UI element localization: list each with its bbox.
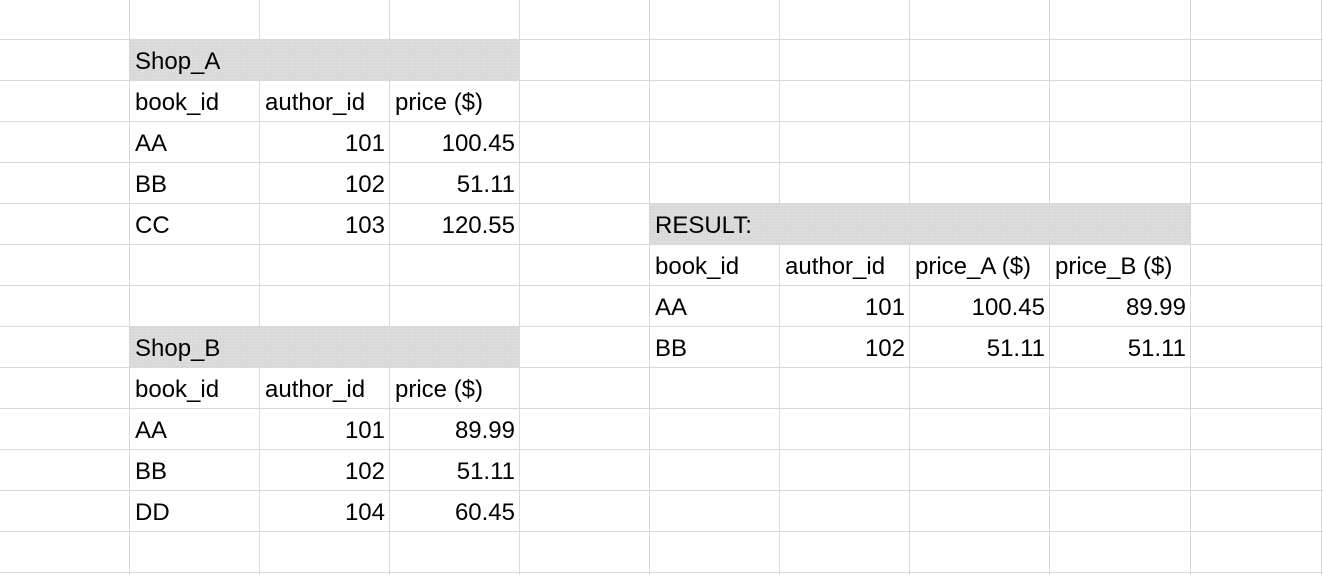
shop-a-header-author-id[interactable]: author_id [260, 81, 389, 121]
shop-a-header-price[interactable]: price ($) [390, 81, 519, 121]
result-header-book-id[interactable]: book_id [650, 245, 779, 285]
result-cell-book-id[interactable]: AA [650, 286, 779, 326]
shop-a-cell-author-id[interactable]: 102 [260, 163, 389, 203]
shop-a-cell-author-id[interactable]: 103 [260, 204, 389, 244]
column-gridline [1190, 0, 1191, 575]
shop-b-cell-price[interactable]: 89.99 [390, 409, 519, 449]
result-cell-book-id[interactable]: BB [650, 327, 779, 367]
result-cell-author-id[interactable]: 101 [780, 286, 909, 326]
shop-b-header-price[interactable]: price ($) [390, 368, 519, 408]
shop-b-cell-book-id[interactable]: DD [130, 491, 259, 531]
result-header-price-a[interactable]: price_A ($) [910, 245, 1049, 285]
result-cell-author-id[interactable]: 102 [780, 327, 909, 367]
result-title[interactable]: RESULT: [650, 204, 779, 244]
row-gridline [0, 531, 1323, 532]
column-gridline [519, 0, 520, 575]
shop-b-title[interactable]: Shop_B [130, 327, 259, 367]
shop-b-cell-book-id[interactable]: AA [130, 409, 259, 449]
column-gridline [1321, 0, 1322, 575]
shop-b-header-author-id[interactable]: author_id [260, 368, 389, 408]
shop-b-cell-author-id[interactable]: 102 [260, 450, 389, 490]
result-cell-price-a[interactable]: 100.45 [910, 286, 1049, 326]
result-cell-price-a[interactable]: 51.11 [910, 327, 1049, 367]
shop-a-cell-author-id[interactable]: 101 [260, 122, 389, 162]
shop-a-title[interactable]: Shop_A [130, 40, 259, 80]
row-gridline [0, 572, 1323, 573]
shop-a-cell-price[interactable]: 100.45 [390, 122, 519, 162]
shop-a-cell-price[interactable]: 51.11 [390, 163, 519, 203]
result-cell-price-b[interactable]: 51.11 [1050, 327, 1190, 367]
shop-a-cell-book-id[interactable]: AA [130, 122, 259, 162]
shop-a-cell-book-id[interactable]: CC [130, 204, 259, 244]
shop-a-cell-price[interactable]: 120.55 [390, 204, 519, 244]
shop-b-cell-author-id[interactable]: 101 [260, 409, 389, 449]
shop-a-cell-book-id[interactable]: BB [130, 163, 259, 203]
result-header-author-id[interactable]: author_id [780, 245, 909, 285]
shop-b-cell-book-id[interactable]: BB [130, 450, 259, 490]
shop-b-header-book-id[interactable]: book_id [130, 368, 259, 408]
spreadsheet-grid[interactable]: Shop_A book_id author_id price ($) AA 10… [0, 0, 1323, 575]
shop-b-cell-price[interactable]: 51.11 [390, 450, 519, 490]
shop-a-header-book-id[interactable]: book_id [130, 81, 259, 121]
result-cell-price-b[interactable]: 89.99 [1050, 286, 1190, 326]
shop-b-cell-author-id[interactable]: 104 [260, 491, 389, 531]
shop-b-cell-price[interactable]: 60.45 [390, 491, 519, 531]
result-header-price-b[interactable]: price_B ($) [1050, 245, 1190, 285]
